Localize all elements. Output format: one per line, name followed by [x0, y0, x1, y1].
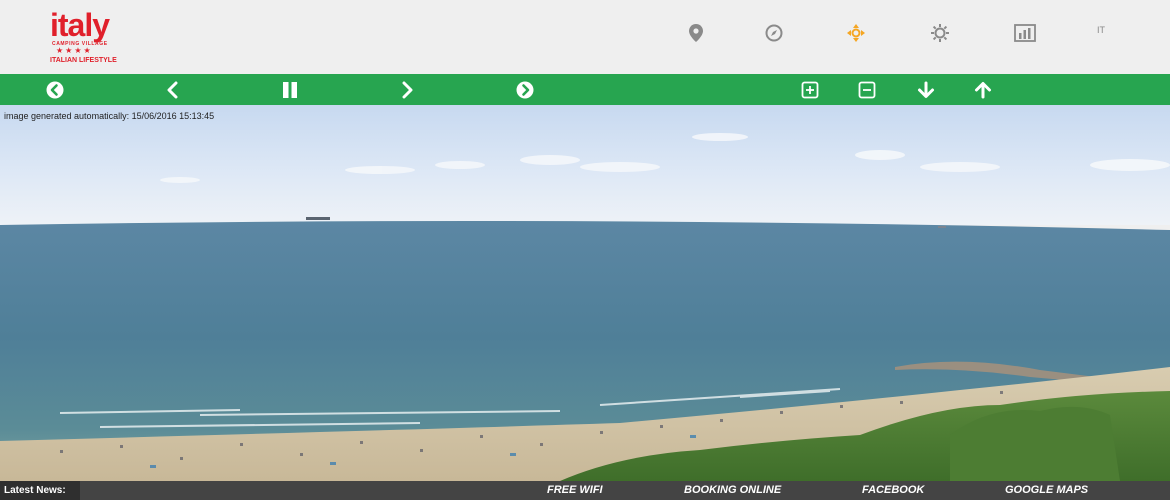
brand-logo[interactable]: italy CAMPING VILLAGE ★★★★ ITALIAN LIFES… [50, 7, 120, 68]
zoom-out-icon[interactable] [856, 79, 878, 101]
logo-tagline: ITALIAN LIFESTYLE [50, 57, 117, 64]
pause-icon[interactable] [279, 79, 301, 101]
location-icon[interactable] [685, 22, 707, 44]
stats-icon[interactable] [1014, 22, 1036, 44]
camera-toolbar [0, 74, 1170, 105]
webcam-image[interactable]: image generated automatically: 15/06/201… [0, 105, 1170, 481]
prev-icon[interactable] [162, 79, 184, 101]
google-maps-link[interactable]: GOOGLE MAPS [1005, 481, 1088, 500]
image-timestamp: image generated automatically: 15/06/201… [4, 111, 215, 121]
latest-news-label: Latest News: [0, 481, 78, 500]
site-header: italy CAMPING VILLAGE ★★★★ ITALIAN LIFES… [0, 0, 1170, 74]
logo-wordmark: italy [50, 7, 110, 43]
zoom-in-icon[interactable] [799, 79, 821, 101]
news-footer: Latest News: FREE WIFI BOOKING ONLINE FA… [0, 481, 1170, 500]
free-wifi-link[interactable]: FREE WIFI [547, 481, 603, 500]
last-icon[interactable] [514, 79, 536, 101]
move-icon[interactable] [845, 22, 867, 44]
logo-stars: ★★★★ [56, 46, 93, 55]
booking-online-link[interactable]: BOOKING ONLINE [684, 481, 781, 500]
language-selector[interactable]: IT [1097, 25, 1105, 35]
compass-icon[interactable] [763, 22, 785, 44]
up-icon[interactable] [972, 79, 994, 101]
next-icon[interactable] [396, 79, 418, 101]
first-icon[interactable] [44, 79, 66, 101]
facebook-link[interactable]: FACEBOOK [862, 481, 924, 500]
down-icon[interactable] [915, 79, 937, 101]
brightness-icon[interactable] [929, 22, 951, 44]
